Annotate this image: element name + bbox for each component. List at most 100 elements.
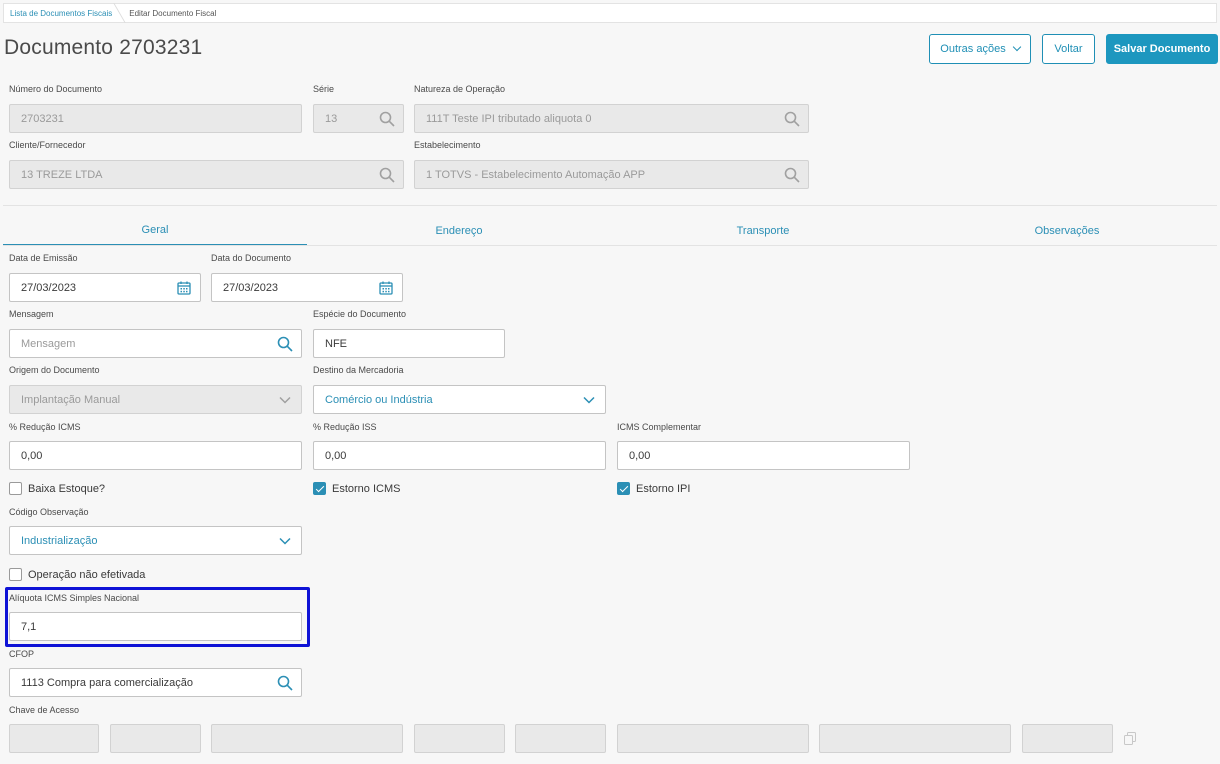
search-icon[interactable]	[379, 167, 395, 183]
checkbox-box[interactable]	[9, 482, 22, 495]
mensagem-label: Mensagem	[9, 309, 54, 319]
search-icon[interactable]	[784, 167, 800, 183]
cliente-fornecedor-value: 13 TREZE LTDA	[21, 168, 103, 181]
reducao-icms-value: 0,00	[21, 449, 43, 462]
destino-mercadoria-label: Destino da Mercadoria	[313, 365, 404, 375]
aliquota-icms-label: Alíquota ICMS Simples Nacional	[9, 593, 140, 603]
chave-acesso-part-2[interactable]	[110, 724, 201, 753]
tab-bar: Geral Endereço Transporte Observações	[3, 216, 1217, 246]
chevron-down-icon	[583, 396, 595, 404]
data-emissao-field[interactable]: 27/03/2023	[9, 273, 201, 302]
save-label: Salvar Documento	[1113, 43, 1211, 55]
baixa-estoque-label: Baixa Estoque?	[28, 482, 106, 495]
chave-acesso-part-3[interactable]	[211, 724, 403, 753]
cfop-field[interactable]: 1113 Compra para comercialização	[9, 668, 302, 697]
chevron-down-icon	[1012, 42, 1021, 52]
back-label: Voltar	[1054, 43, 1083, 55]
estabelecimento-value: 1 TOTVS - Estabelecimento Automação APP	[426, 168, 646, 181]
destino-mercadoria-value: Comércio ou Indústria	[325, 393, 433, 406]
serie-field[interactable]: 13	[313, 104, 404, 133]
section-divider	[3, 205, 1217, 206]
calendar-icon[interactable]	[378, 280, 394, 296]
breadcrumb-item-lista[interactable]: Lista de Documentos Fiscais	[10, 9, 112, 18]
icms-complementar-field[interactable]: 0,00	[617, 441, 910, 470]
save-document-button[interactable]: Salvar Documento	[1106, 34, 1218, 64]
operacao-nao-efetivada-checkbox[interactable]: Operação não efetivada	[9, 568, 145, 581]
aliquota-icms-field[interactable]: 7,1	[9, 612, 302, 641]
data-documento-value: 27/03/2023	[223, 281, 279, 294]
checkbox-box-checked[interactable]	[313, 482, 326, 495]
codigo-observacao-select[interactable]: Industrialização	[9, 526, 302, 555]
reducao-icms-field[interactable]: 0,00	[9, 441, 302, 470]
data-emissao-label: Data de Emissão	[9, 253, 78, 263]
reducao-iss-value: 0,00	[325, 449, 347, 462]
breadcrumb: Lista de Documentos Fiscais Editar Docum…	[3, 3, 1217, 23]
reducao-iss-label: % Redução ISS	[313, 422, 377, 432]
cfop-label: CFOP	[9, 649, 35, 659]
checkbox-box-checked[interactable]	[617, 482, 630, 495]
tab-observacoes[interactable]: Observações	[915, 216, 1219, 246]
mensagem-field[interactable]: Mensagem	[9, 329, 302, 358]
tabs-underline	[3, 245, 1217, 246]
data-documento-field[interactable]: 27/03/2023	[211, 273, 403, 302]
estorno-ipi-checkbox[interactable]: Estorno IPI	[617, 482, 690, 495]
back-button[interactable]: Voltar	[1042, 34, 1095, 64]
search-icon[interactable]	[277, 336, 293, 352]
data-documento-label: Data do Documento	[211, 253, 292, 263]
tab-geral[interactable]: Geral	[3, 216, 307, 246]
chevron-down-icon	[279, 537, 291, 545]
especie-documento-field[interactable]: NFE	[313, 329, 505, 358]
aliquota-icms-value: 7,1	[21, 620, 37, 633]
chave-acesso-part-8[interactable]	[1022, 724, 1113, 753]
estorno-icms-checkbox[interactable]: Estorno ICMS	[313, 482, 400, 495]
search-icon[interactable]	[784, 111, 800, 127]
codigo-observacao-label: Código Observação	[9, 507, 89, 517]
icms-complementar-value: 0,00	[629, 449, 651, 462]
tab-transporte[interactable]: Transporte	[611, 216, 915, 246]
page-title: Documento 2703231	[4, 36, 203, 59]
estabelecimento-field[interactable]: 1 TOTVS - Estabelecimento Automação APP	[414, 160, 809, 189]
numero-documento-label: Número do Documento	[9, 84, 103, 94]
breadcrumb-item-editar: Editar Documento Fiscal	[129, 8, 217, 18]
natureza-operacao-value: 111T Teste IPI tributado aliquota 0	[426, 112, 592, 125]
reducao-iss-field[interactable]: 0,00	[313, 441, 606, 470]
tab-endereco[interactable]: Endereço	[307, 216, 611, 246]
chevron-down-icon	[279, 396, 291, 404]
origem-documento-select[interactable]: Implantação Manual	[9, 385, 302, 414]
numero-documento-field[interactable]: 2703231	[9, 104, 302, 133]
search-icon[interactable]	[379, 111, 395, 127]
checkbox-box[interactable]	[9, 568, 22, 581]
cliente-fornecedor-field[interactable]: 13 TREZE LTDA	[9, 160, 404, 189]
copy-icon[interactable]	[1124, 732, 1136, 745]
origem-documento-value: Implantação Manual	[21, 393, 121, 406]
natureza-operacao-field[interactable]: 111T Teste IPI tributado aliquota 0	[414, 104, 809, 133]
chave-acesso-part-1[interactable]	[9, 724, 99, 753]
destino-mercadoria-select[interactable]: Comércio ou Indústria	[313, 385, 606, 414]
estabelecimento-label: Estabelecimento	[414, 140, 481, 150]
cfop-value: 1113 Compra para comercialização	[21, 676, 194, 689]
reducao-icms-label: % Redução ICMS	[9, 422, 81, 432]
more-actions-label: Outras ações	[940, 43, 1006, 55]
chave-acesso-part-7[interactable]	[819, 724, 1011, 753]
especie-documento-value: NFE	[325, 337, 347, 350]
baixa-estoque-checkbox[interactable]: Baixa Estoque?	[9, 482, 105, 495]
search-icon[interactable]	[277, 675, 293, 691]
data-emissao-value: 27/03/2023	[21, 281, 77, 294]
chave-acesso-part-5[interactable]	[515, 724, 606, 753]
chave-acesso-label: Chave de Acesso	[9, 705, 80, 715]
calendar-icon[interactable]	[176, 280, 192, 296]
chave-acesso-part-4[interactable]	[414, 724, 505, 753]
codigo-observacao-value: Industrialização	[21, 534, 98, 547]
estorno-icms-label: Estorno ICMS	[332, 482, 401, 495]
operacao-nao-efetivada-label: Operação não efetivada	[28, 568, 146, 581]
serie-value: 13	[325, 112, 338, 125]
estorno-ipi-label: Estorno IPI	[636, 482, 691, 495]
serie-label: Série	[313, 84, 335, 94]
natureza-operacao-label: Natureza de Operação	[414, 84, 506, 94]
especie-documento-label: Espécie do Documento	[313, 309, 407, 319]
icms-complementar-label: ICMS Complementar	[617, 422, 702, 432]
chave-acesso-part-6[interactable]	[617, 724, 809, 753]
origem-documento-label: Origem do Documento	[9, 365, 100, 375]
mensagem-placeholder: Mensagem	[21, 337, 76, 350]
more-actions-button[interactable]: Outras ações	[929, 34, 1031, 64]
